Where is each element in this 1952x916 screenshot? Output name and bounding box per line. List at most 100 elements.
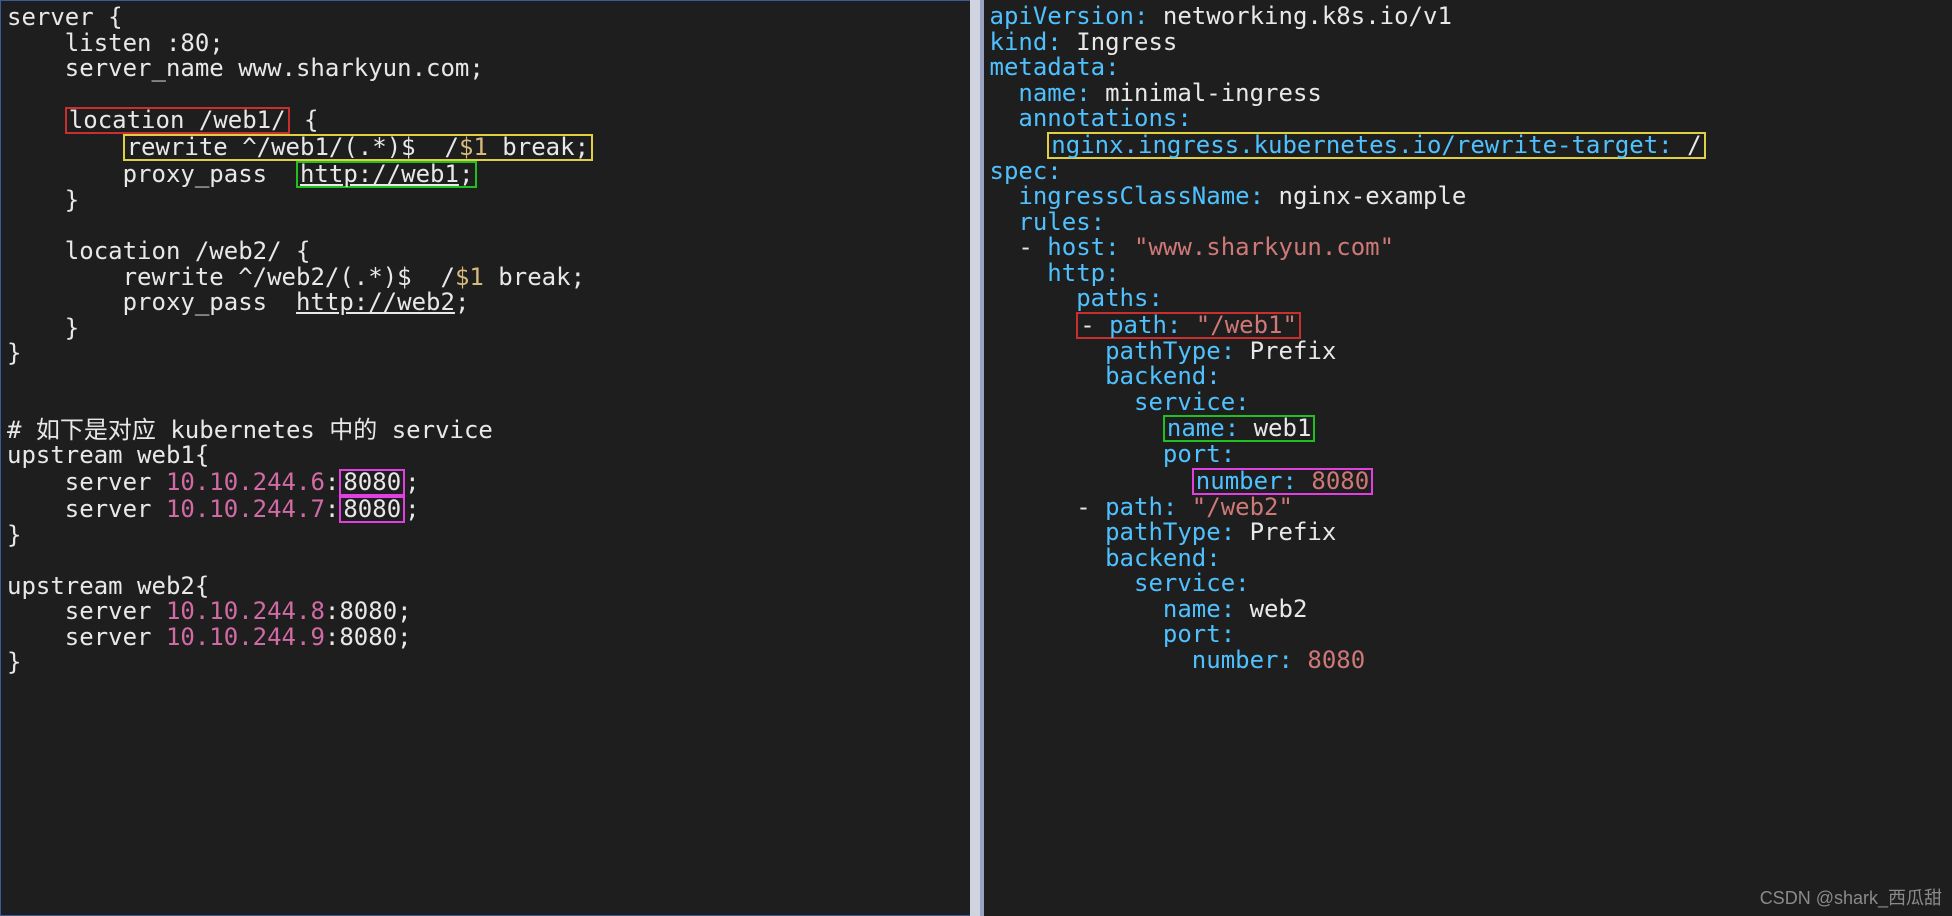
- yaml-string: "www.sharkyun.com": [1120, 233, 1395, 261]
- code-text: :: [325, 468, 339, 496]
- yaml-key: service:: [990, 569, 1250, 597]
- code-text: server: [7, 597, 166, 625]
- code-text: (.: [343, 133, 372, 161]
- code-text: ;: [405, 495, 419, 523]
- yaml-key: number:: [990, 646, 1293, 674]
- yaml-value: Prefix: [1235, 337, 1336, 365]
- code-text: break: [488, 133, 575, 161]
- yaml-key: annotations:: [990, 104, 1192, 132]
- rewrite-web1-box: rewrite ^/web1/(.*)$ /$1 break;: [123, 134, 593, 161]
- code-text: server_name: [7, 54, 238, 82]
- upstream-port: 8080: [339, 623, 397, 651]
- upstream-ip: 10.10.244.7: [166, 495, 325, 523]
- yaml-key: spec:: [990, 157, 1062, 185]
- port-number-box: number: 8080: [1192, 468, 1373, 495]
- location-web1-path: /web1/: [199, 106, 286, 134]
- code-text: $1: [455, 263, 484, 291]
- yaml-key: kind:: [990, 28, 1062, 56]
- yaml-string: "/web1": [1181, 311, 1297, 339]
- annotation-box: nginx.ingress.kubernetes.io/rewrite-targ…: [1047, 132, 1705, 159]
- split-view: server { listen :80; server_name www.sha…: [0, 0, 1952, 916]
- code-text: }: [7, 648, 21, 676]
- code-text: ;: [469, 54, 483, 82]
- code-text: *: [368, 263, 382, 291]
- code-text: :: [325, 597, 339, 625]
- yaml-value: web2: [1235, 595, 1307, 623]
- code-text: proxy_pass: [7, 160, 296, 188]
- code-text: }: [7, 186, 79, 214]
- code-text: -: [990, 493, 1106, 521]
- upstream-port: 8080: [339, 597, 397, 625]
- yaml-key: http:: [990, 259, 1120, 287]
- code-text: proxy_pass: [7, 288, 296, 316]
- yaml-key: pathType:: [990, 337, 1236, 365]
- pane-divider[interactable]: [970, 0, 980, 916]
- yaml-key: number:: [1196, 467, 1297, 495]
- yaml-key: port:: [990, 620, 1236, 648]
- yaml-key: nginx.ingress.kubernetes.io/rewrite-targ…: [1051, 131, 1672, 159]
- upstream-ip: 10.10.244.9: [166, 623, 325, 651]
- code-text: listen :80;: [7, 29, 224, 57]
- code-text: upstream web1{: [7, 441, 209, 469]
- code-text: ;: [571, 263, 585, 291]
- code-text: )$ /: [387, 133, 459, 161]
- watermark-text: CSDN @shark_西瓜甜: [1760, 884, 1942, 910]
- code-text: /web1/: [257, 133, 344, 161]
- path-web1-box: - path: "/web1": [1076, 312, 1301, 339]
- proxy-pass-web1-url: http://web1: [300, 160, 459, 188]
- yaml-value: minimal-ingress: [1091, 79, 1322, 107]
- code-text: /web2/: [253, 263, 340, 291]
- code-text: ;: [455, 288, 469, 316]
- code-text: $1: [459, 133, 488, 161]
- yaml-key: backend:: [990, 544, 1221, 572]
- code-text: rewrite ^: [127, 133, 257, 161]
- yaml-key: host:: [1047, 233, 1119, 261]
- yaml-key: name:: [1167, 414, 1239, 442]
- server-name-value: www.sharkyun.com: [238, 54, 469, 82]
- proxy-pass-web2-url: http://web2: [296, 288, 455, 316]
- code-text: (.: [339, 263, 368, 291]
- yaml-key: port:: [990, 440, 1236, 468]
- yaml-key: path:: [1105, 493, 1177, 521]
- yaml-value: Ingress: [1062, 28, 1178, 56]
- code-text: -: [990, 233, 1048, 261]
- upstream-ip: 10.10.244.8: [166, 597, 325, 625]
- code-text: {: [290, 106, 319, 134]
- code-text: ;: [405, 468, 419, 496]
- code-text: }: [7, 521, 21, 549]
- code-text: rewrite ^: [7, 263, 253, 291]
- yaml-key: service:: [990, 388, 1250, 416]
- code-text: }: [7, 339, 21, 367]
- yaml-key: paths:: [990, 284, 1163, 312]
- code-text: server: [7, 623, 166, 651]
- code-text: ;: [397, 623, 411, 651]
- yaml-key: pathType:: [990, 518, 1236, 546]
- yaml-value: web1: [1239, 414, 1311, 442]
- port-box: 8080: [339, 469, 405, 496]
- code-text: ;: [397, 597, 411, 625]
- yaml-key: apiVersion:: [990, 2, 1149, 30]
- yaml-value: networking.k8s.io/v1: [1148, 2, 1451, 30]
- yaml-key: metadata:: [990, 53, 1120, 81]
- code-text: break: [484, 263, 571, 291]
- ingress-yaml-pane: apiVersion: networking.k8s.io/v1 kind: I…: [980, 0, 1952, 916]
- code-text: *: [372, 133, 386, 161]
- yaml-string: "/web2": [1177, 493, 1293, 521]
- code-text: :: [325, 495, 339, 523]
- yaml-number: 8080: [1297, 467, 1369, 495]
- code-text: ;: [575, 133, 589, 161]
- ingress-yaml-code: apiVersion: networking.k8s.io/v1 kind: I…: [984, 0, 1952, 677]
- proxy-pass-web1-box: http://web1;: [296, 161, 477, 188]
- port-box: 8080: [339, 496, 405, 523]
- code-text: server: [7, 495, 166, 523]
- yaml-key: rules:: [990, 208, 1106, 236]
- code-text: ;: [459, 160, 473, 188]
- upstream-port: 8080: [343, 495, 401, 523]
- code-text: {: [282, 237, 311, 265]
- yaml-value: /: [1673, 131, 1702, 159]
- service-name-web1-box: name: web1: [1163, 415, 1316, 442]
- yaml-number: 8080: [1293, 646, 1365, 674]
- code-text: }: [7, 314, 79, 342]
- upstream-port: 8080: [343, 468, 401, 496]
- yaml-value: nginx-example: [1264, 182, 1466, 210]
